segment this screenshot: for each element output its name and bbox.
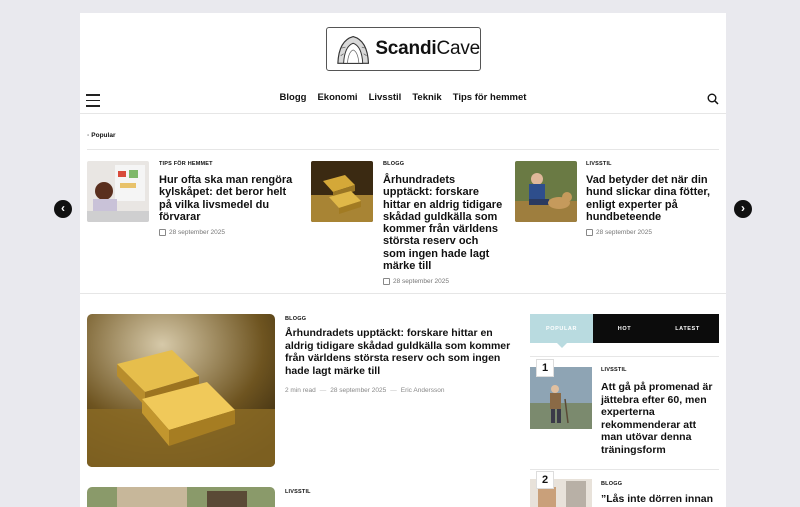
sidebar-list-item[interactable]: 1 LIVSSTIL Att gå på promenad är jättebr… [530, 359, 719, 467]
featured-date: 28 september 2025 [330, 387, 387, 394]
sidebar-tabs: POPULAR HOT LATEST [530, 314, 719, 348]
dog-thumbnail[interactable] [515, 161, 577, 222]
carousel-prev-button[interactable]: ‹ [54, 200, 72, 218]
search-icon[interactable] [707, 93, 719, 105]
nav-item-tips-for-hemmet[interactable]: Tips för hemmet [453, 92, 527, 103]
carousel-date: 28 september 2025 [159, 229, 295, 237]
second-article-image[interactable] [87, 487, 275, 507]
rank-number: 2 [536, 471, 554, 489]
sidebar-divider [530, 469, 719, 470]
popular-label: • Popular [87, 132, 116, 139]
carousel-category[interactable]: BLOGG [383, 161, 503, 167]
carousel-divider [80, 293, 726, 294]
nav-item-blogg[interactable]: Blogg [280, 92, 307, 103]
rank-number: 1 [536, 359, 554, 377]
calendar-icon [586, 229, 593, 237]
nav-item-teknik[interactable]: Teknik [412, 92, 441, 103]
second-article-category[interactable]: LIVSSTIL [285, 489, 311, 495]
featured-image[interactable] [87, 314, 275, 467]
carousel-title[interactable]: Hur ofta ska man rengöra kylskåpet: det … [159, 174, 295, 223]
calendar-icon [383, 278, 390, 286]
sidebar-title[interactable]: ”Lås inte dörren innan [601, 493, 719, 506]
author-link[interactable]: Eric Andersson [401, 387, 445, 394]
carousel-date: 28 september 2025 [586, 229, 714, 237]
nav-item-livsstil[interactable]: Livsstil [369, 92, 402, 103]
read-time: 2 min read [285, 387, 316, 394]
carousel-title[interactable]: Vad betyder det när din hund slickar din… [586, 174, 714, 223]
calendar-icon [159, 229, 166, 237]
logo-text-bold: Scandi [375, 38, 437, 59]
sidebar-category[interactable]: LIVSSTIL [601, 367, 719, 373]
carousel-category[interactable]: LIVSSTIL [586, 161, 714, 167]
popular-divider [87, 149, 719, 150]
carousel-next-button[interactable]: › [734, 200, 752, 218]
featured-article: BLOGG Århundradets upptäckt: forskare hi… [285, 316, 520, 394]
logo-text-regular: Cave [436, 38, 480, 59]
featured-meta: 2 min read —28 september 2025— Eric Anders… [285, 387, 445, 394]
tab-popular[interactable]: POPULAR [530, 314, 593, 348]
carousel-date: 28 september 2025 [383, 278, 503, 286]
carousel-title[interactable]: Århundradets upptäckt: forskare hittar e… [383, 174, 503, 272]
gold-thumbnail[interactable] [311, 161, 373, 222]
site-logo[interactable]: ScandiCave [326, 27, 481, 71]
tab-hot[interactable]: HOT [593, 314, 656, 343]
cave-logo-icon [337, 35, 370, 64]
tab-latest[interactable]: LATEST [656, 314, 719, 343]
fridge-thumbnail[interactable] [87, 161, 149, 222]
sidebar-divider [530, 356, 719, 357]
main-nav: Blogg Ekonomi Livsstil Teknik Tips för h… [80, 89, 726, 113]
featured-title[interactable]: Århundradets upptäckt: forskare hittar e… [285, 327, 520, 377]
page: ScandiCave Blogg Ekonomi Livsstil Teknik… [80, 13, 726, 507]
nav-item-ekonomi[interactable]: Ekonomi [317, 92, 357, 103]
featured-category[interactable]: BLOGG [285, 316, 520, 322]
carousel-category[interactable]: TIPS FÖR HEMMET [159, 161, 295, 167]
sidebar-title[interactable]: Att gå på promenad är jättebra efter 60,… [601, 381, 719, 456]
sidebar-list-item[interactable]: 2 BLOGG ”Lås inte dörren innan [530, 471, 719, 507]
sidebar-category[interactable]: BLOGG [601, 481, 719, 487]
nav-divider [80, 113, 726, 114]
